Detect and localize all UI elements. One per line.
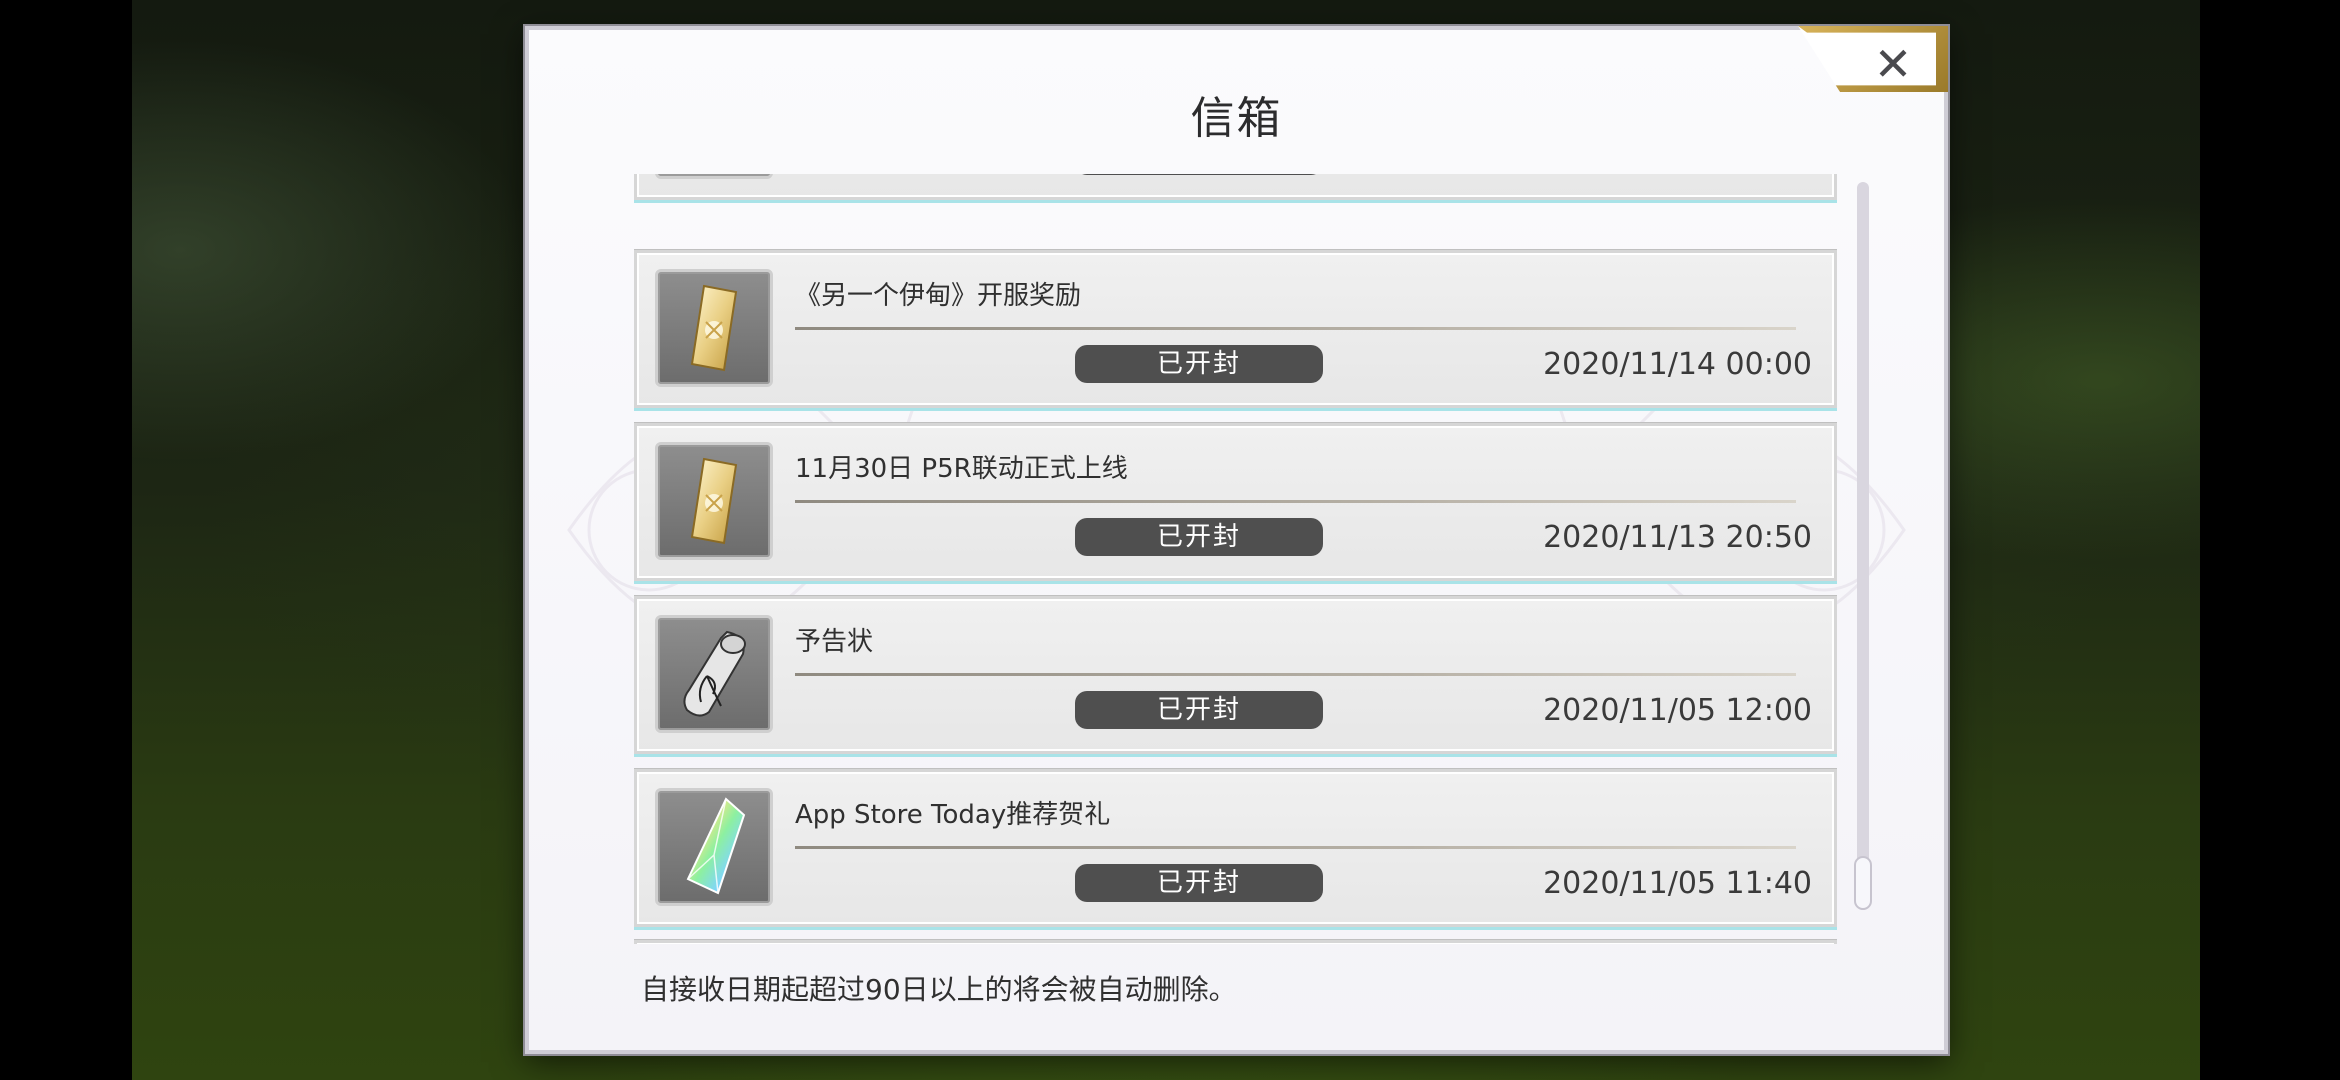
scrollbar-track[interactable] [1857,182,1869,910]
status-badge [1075,174,1323,175]
gold-ticket-icon [655,442,773,560]
scroll-letter-icon [655,615,773,733]
gold-ticket-icon [655,269,773,387]
mail-list[interactable]: 《另一个伊甸》开服奖励 已开封 2020/11/14 00:00 11月30日 … [634,174,1837,944]
right-letterbox [2200,0,2340,1080]
mail-title: 《另一个伊甸》开服奖励 [795,281,1082,311]
mail-item[interactable]: 予告状 已开封 2020/11/05 12:00 [634,596,1837,754]
dialog-title: 信箱 [1190,93,1283,144]
item-divider [795,500,1796,503]
status-badge: 已开封 [1075,691,1323,729]
item-divider [795,673,1796,676]
rainbow-crystal-icon [655,788,773,906]
mail-item[interactable]: 《另一个伊甸》开服奖励 已开封 2020/11/14 00:00 [634,250,1837,408]
mail-item[interactable]: 11月30日 P5R联动正式上线 已开封 2020/11/13 20:50 [634,423,1837,581]
mail-item-partial-bottom[interactable] [634,940,1837,944]
mail-item-partial-top[interactable] [634,174,1837,200]
auto-delete-notice: 自接收日期起超过90日以上的将会被自动删除。 [641,973,1237,1006]
status-badge: 已开封 [1075,345,1323,383]
left-letterbox [0,0,132,1080]
status-badge: 已开封 [1075,518,1323,556]
item-thumbnail [655,174,773,179]
mail-title: 11月30日 P5R联动正式上线 [795,454,1128,484]
item-divider [795,327,1796,330]
mail-date: 2020/11/13 20:50 [1543,520,1812,555]
mail-date: 2020/11/05 12:00 [1543,693,1812,728]
mail-title: 予告状 [795,627,874,657]
item-divider [795,846,1796,849]
mailbox-dialog: ✕ 信箱 《另一个伊甸》开服奖励 已开封 2020/11/14 00:00 11… [525,26,1948,1054]
status-badge: 已开封 [1075,864,1323,902]
mail-title: App Store Today推荐贺礼 [795,800,1111,830]
mail-item[interactable]: App Store Today推荐贺礼 已开封 2020/11/05 11:40 [634,769,1837,927]
mail-date: 2020/11/05 11:40 [1543,866,1812,901]
mail-date: 2020/11/14 00:00 [1543,347,1812,382]
scrollbar-thumb[interactable] [1854,856,1872,910]
